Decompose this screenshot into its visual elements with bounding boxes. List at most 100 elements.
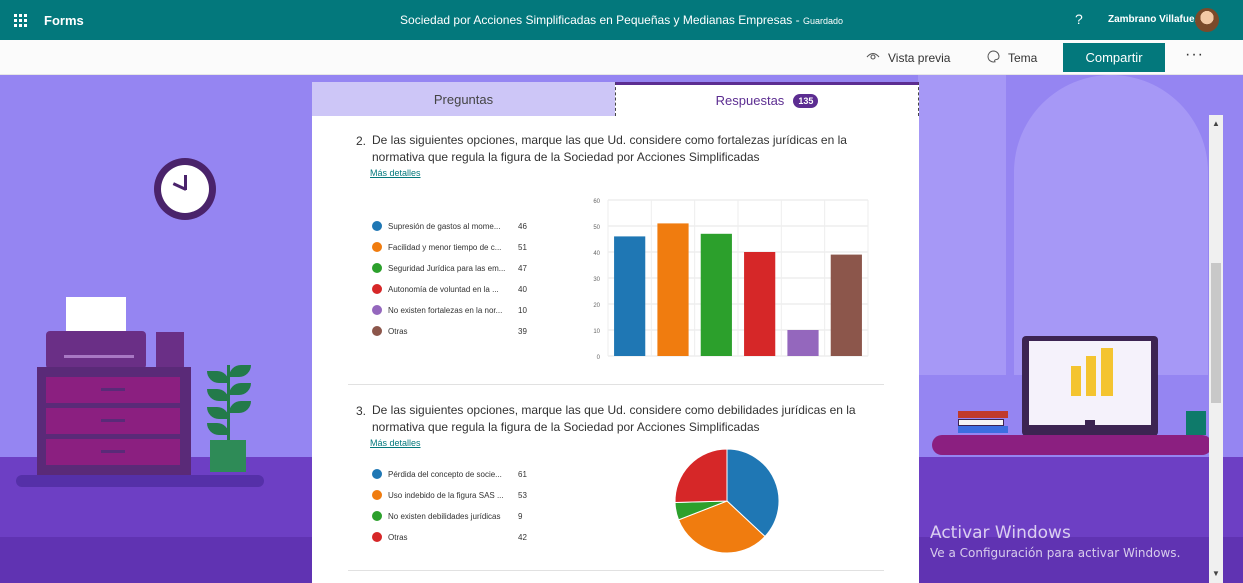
- legend-count: 47: [518, 263, 527, 273]
- cabinet-drawer: [46, 377, 180, 403]
- legend-color-dot: [372, 326, 382, 336]
- help-icon[interactable]: ?: [1075, 11, 1083, 27]
- bar[interactable]: [787, 330, 819, 356]
- app-name[interactable]: Forms: [44, 13, 84, 28]
- scroll-down-icon[interactable]: ▼: [1209, 567, 1223, 581]
- tab-respuestas[interactable]: Respuestas 135: [615, 82, 919, 116]
- legend-item: No existen fortalezas en la nor... 10: [372, 303, 538, 317]
- window-illustration: [918, 75, 1208, 375]
- more-details-link[interactable]: Más detalles: [370, 168, 421, 178]
- pie-slice[interactable]: [674, 448, 728, 503]
- printer-paper: [66, 297, 126, 335]
- chart-bar-icon: [1086, 356, 1096, 396]
- cabinet-drawer: [46, 439, 180, 465]
- printer-icon: [46, 331, 146, 369]
- document-title: Sociedad por Acciones Simplificadas en P…: [0, 13, 1243, 27]
- legend-count: 51: [518, 242, 527, 252]
- legend-label: Facilidad y menor tiempo de c...: [388, 242, 502, 252]
- question-text: De las siguientes opciones, marque las q…: [372, 403, 856, 434]
- legend-color-dot: [372, 511, 382, 521]
- pencil-cup-icon: [156, 332, 184, 368]
- legend-item: Pérdida del concepto de socie... 61: [372, 467, 538, 481]
- question-number: 2.: [356, 134, 367, 148]
- share-button[interactable]: Compartir: [1063, 43, 1165, 72]
- tab-respuestas-label: Respuestas: [715, 93, 785, 108]
- y-tick-label: 60: [593, 199, 600, 205]
- scroll-up-icon[interactable]: ▲: [1209, 117, 1223, 131]
- more-options-icon[interactable]: ···: [1185, 46, 1204, 64]
- y-tick-label: 0: [597, 355, 601, 361]
- legend-label: Otras: [388, 532, 408, 542]
- legend-count: 53: [518, 490, 527, 500]
- legend-color-dot: [372, 490, 382, 500]
- tab-bar: Preguntas Respuestas 135: [312, 82, 919, 116]
- palette-icon: [987, 49, 1000, 66]
- legend-label: Otras: [388, 326, 408, 336]
- responses-card: 2. De las siguientes opciones, marque la…: [312, 116, 919, 583]
- legend-color-dot: [372, 263, 382, 273]
- divider: [348, 570, 884, 571]
- y-tick-label: 20: [593, 303, 600, 309]
- question-number: 3.: [356, 404, 367, 418]
- tab-preguntas[interactable]: Preguntas: [312, 82, 615, 116]
- bar[interactable]: [700, 233, 732, 356]
- scroll-thumb[interactable]: [1211, 263, 1221, 403]
- legend-count: 61: [518, 469, 527, 479]
- chart-bar-icon: [1071, 366, 1081, 396]
- bar[interactable]: [744, 252, 776, 356]
- legend-color-dot: [372, 469, 382, 479]
- legend-label: No existen debilidades jurídicas: [388, 511, 501, 521]
- monitor-stand: [1085, 420, 1095, 436]
- more-details-link[interactable]: Más detalles: [370, 438, 421, 448]
- y-tick-label: 50: [593, 225, 600, 231]
- legend-label: Seguridad Jurídica para las em...: [388, 263, 506, 273]
- y-tick-label: 10: [593, 329, 600, 335]
- top-bar: Forms Sociedad por Acciones Simplificada…: [0, 0, 1243, 40]
- bar-chart: 0 10 20 30 40 50 60: [593, 199, 869, 361]
- avatar[interactable]: [1195, 8, 1219, 32]
- plant-pot: [210, 440, 246, 472]
- chart-bar-icon: [1101, 348, 1113, 396]
- theme-label: Tema: [1008, 50, 1038, 65]
- books-icon: [958, 411, 1008, 433]
- legend-label: Uso indebido de la figura SAS ...: [388, 490, 504, 500]
- clock-icon: [154, 158, 216, 220]
- legend-count: 39: [518, 326, 527, 336]
- legend-item: Autonomía de voluntad en la ... 40: [372, 282, 538, 296]
- title-separator: -: [792, 13, 803, 27]
- legend-count: 10: [518, 305, 527, 315]
- legend-item: Facilidad y menor tiempo de c... 51: [372, 240, 538, 254]
- preview-button[interactable]: Vista previa: [866, 40, 950, 75]
- vertical-scrollbar[interactable]: ▲ ▼: [1209, 115, 1223, 583]
- y-tick-label: 40: [593, 251, 600, 257]
- saved-status: Guardado: [802, 16, 843, 26]
- bar[interactable]: [830, 254, 862, 356]
- legend-item: Seguridad Jurídica para las em... 47: [372, 261, 538, 275]
- legend-color-dot: [372, 305, 382, 315]
- windows-activation-title: Activar Windows: [930, 523, 1071, 543]
- legend-item: Uso indebido de la figura SAS ... 53: [372, 488, 538, 502]
- bar[interactable]: [657, 223, 689, 356]
- y-tick-label: 30: [593, 277, 600, 283]
- windows-activation-subtitle: Ve a Configuración para activar Windows.: [930, 546, 1181, 560]
- legend-item: Supresión de gastos al mome... 46: [372, 219, 538, 233]
- bar[interactable]: [614, 236, 646, 356]
- divider: [348, 384, 884, 385]
- user-name[interactable]: Zambrano Villafue...: [1108, 14, 1203, 25]
- legend-count: 40: [518, 284, 527, 294]
- form-title: Sociedad por Acciones Simplificadas en P…: [400, 13, 793, 27]
- mug-icon: [1186, 411, 1206, 435]
- legend-color-dot: [372, 242, 382, 252]
- legend-count: 9: [518, 511, 523, 521]
- cabinet-shadow: [16, 475, 264, 487]
- theme-button[interactable]: Tema: [987, 40, 1037, 75]
- legend-label: Pérdida del concepto de socie...: [388, 469, 502, 479]
- legend-item: No existen debilidades jurídicas 9: [372, 509, 538, 523]
- pie-chart: [674, 448, 780, 554]
- eye-icon: [866, 51, 880, 65]
- command-bar: Vista previa Tema Compartir ···: [0, 40, 1243, 75]
- app-launcher-icon[interactable]: [0, 0, 40, 40]
- legend-count: 42: [518, 532, 527, 542]
- printer-slot: [64, 355, 134, 358]
- legend-item: Otras 39: [372, 324, 538, 338]
